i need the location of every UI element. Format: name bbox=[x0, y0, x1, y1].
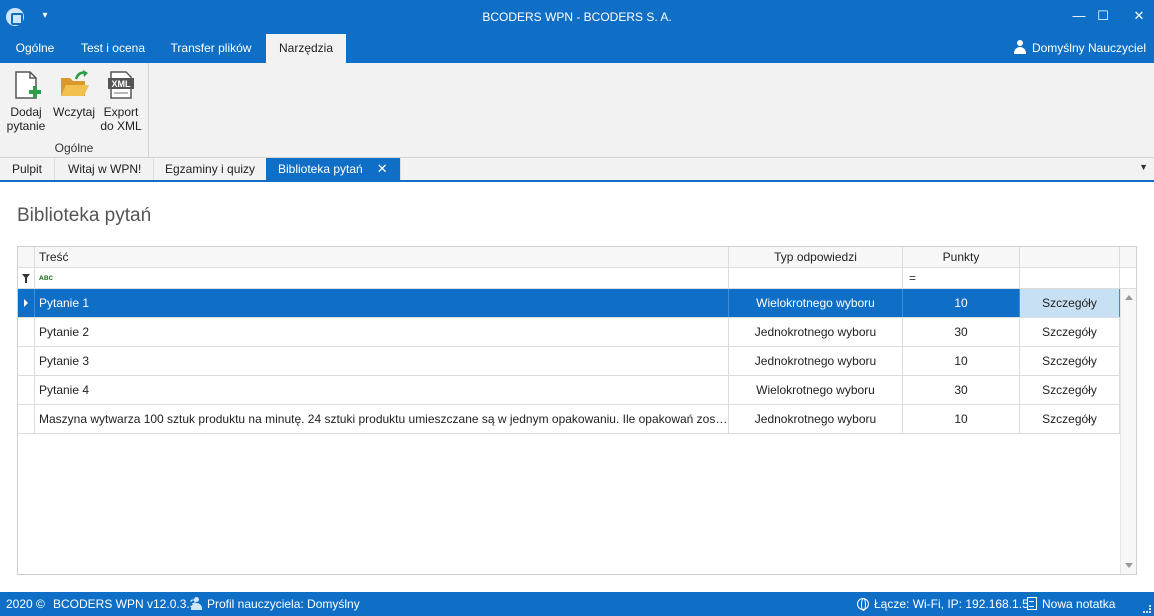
tabs-dropdown-icon[interactable]: ▼ bbox=[1139, 162, 1148, 172]
ribbon-group-separator bbox=[148, 63, 149, 157]
cell-punkty[interactable]: 30 bbox=[903, 376, 1020, 404]
window-title: BCODERS WPN - BCODERS S. A. bbox=[482, 10, 672, 24]
add-question-label-2: pytanie bbox=[6, 119, 46, 133]
ribbon-group-label: Ogólne bbox=[54, 141, 94, 155]
doc-tab-biblioteka-label: Biblioteka pytań bbox=[278, 162, 363, 176]
filter-row-indicator bbox=[18, 268, 35, 289]
cell-tresc[interactable]: Pytanie 1 bbox=[35, 289, 729, 317]
close-button[interactable]: ✕ bbox=[1124, 5, 1154, 27]
cell-punkty[interactable]: 10 bbox=[903, 347, 1020, 375]
details-button[interactable]: Szczegóły bbox=[1020, 376, 1120, 404]
table-row[interactable]: Pytanie 1 Wielokrotnego wyboru 10 Szczeg… bbox=[18, 289, 1120, 318]
load-label: Wczytaj bbox=[53, 105, 95, 119]
xml-file-icon: XML bbox=[105, 69, 137, 101]
header-indicator bbox=[18, 247, 35, 268]
profile-icon bbox=[191, 597, 202, 610]
export-xml-label-1: Export bbox=[103, 105, 139, 119]
status-connection-label: Łącze: Wi-Fi, IP: 192.168.1.5 bbox=[874, 597, 1029, 611]
equals-filter-icon: = bbox=[909, 271, 917, 285]
table-row[interactable]: Pytanie 4 Wielokrotnego wyboru 30 Szczeg… bbox=[18, 376, 1120, 405]
details-button[interactable]: Szczegóły bbox=[1020, 405, 1120, 433]
add-question-label-1: Dodaj bbox=[10, 105, 42, 119]
add-question-button[interactable]: Dodaj pytanie bbox=[4, 69, 48, 133]
doc-tab-egzaminy[interactable]: Egzaminy i quizy bbox=[153, 158, 269, 180]
export-xml-button[interactable]: XML Export do XML bbox=[98, 69, 144, 133]
row-indicator bbox=[18, 347, 35, 375]
questions-grid: Treść Typ odpowiedzi Punkty ᴀʙc = Pytani… bbox=[17, 246, 1137, 575]
title-bar: ▾ BCODERS WPN - BCODERS S. A. — ☐ ✕ bbox=[0, 0, 1154, 34]
scroll-down-icon[interactable] bbox=[1125, 563, 1133, 568]
open-folder-icon bbox=[58, 69, 90, 101]
new-note-button[interactable]: Nowa notatka bbox=[1027, 592, 1115, 616]
table-row[interactable]: Pytanie 3 Jednokrotnego wyboru 10 Szczeg… bbox=[18, 347, 1120, 376]
scroll-up-icon[interactable] bbox=[1125, 295, 1133, 300]
table-row[interactable]: Pytanie 2 Jednokrotnego wyboru 30 Szczeg… bbox=[18, 318, 1120, 347]
details-button[interactable]: Szczegóły bbox=[1020, 347, 1120, 375]
page-title: Biblioteka pytań bbox=[17, 205, 152, 226]
ribbon-body: Dodaj pytanie Wczytaj XML Export do XML … bbox=[0, 63, 1154, 158]
ribbon-tab-ogolne[interactable]: Ogólne bbox=[0, 34, 70, 63]
ribbon-tab-transfer-plikow[interactable]: Transfer plików bbox=[156, 34, 266, 63]
close-tab-icon[interactable]: ✕ bbox=[377, 161, 388, 176]
column-header-punkty[interactable]: Punkty bbox=[903, 247, 1020, 268]
filter-row: ᴀʙc = bbox=[18, 268, 1136, 289]
status-profile-label: Profil nauczyciela: Domyślny bbox=[207, 597, 360, 611]
doc-tab-pulpit[interactable]: Pulpit bbox=[0, 158, 56, 180]
status-connection: Łącze: Wi-Fi, IP: 192.168.1.5 bbox=[857, 592, 1029, 616]
add-document-icon bbox=[10, 69, 42, 101]
cell-punkty[interactable]: 10 bbox=[903, 405, 1020, 433]
cell-tresc[interactable]: Maszyna wytwarza 100 sztuk produktu na m… bbox=[35, 405, 729, 433]
globe-icon bbox=[857, 598, 869, 611]
maximize-button[interactable]: ☐ bbox=[1088, 5, 1118, 27]
table-row[interactable]: Maszyna wytwarza 100 sztuk produktu na m… bbox=[18, 405, 1120, 434]
new-note-label: Nowa notatka bbox=[1042, 597, 1116, 611]
doc-tab-biblioteka[interactable]: Biblioteka pytań ✕ bbox=[266, 158, 401, 180]
status-profile[interactable]: Profil nauczyciela: Domyślny bbox=[191, 592, 360, 616]
user-icon bbox=[1013, 40, 1026, 54]
ribbon-tabs: Ogólne Test i ocena Transfer plików Narz… bbox=[0, 34, 1154, 63]
cell-typ[interactable]: Jednokrotnego wyboru bbox=[729, 405, 903, 433]
cell-typ[interactable]: Wielokrotnego wyboru bbox=[729, 289, 903, 317]
row-indicator bbox=[18, 289, 35, 317]
status-version: BCODERS WPN v12.0.3.3 bbox=[53, 597, 197, 611]
filter-icon bbox=[22, 274, 30, 283]
filter-details-cell bbox=[1020, 268, 1120, 289]
cell-punkty[interactable]: 30 bbox=[903, 318, 1020, 346]
export-xml-label-2: do XML bbox=[100, 119, 142, 133]
filter-typ-input[interactable] bbox=[729, 268, 903, 289]
note-icon bbox=[1027, 597, 1037, 610]
ribbon-tab-narzedzia[interactable]: Narzędzia bbox=[266, 34, 346, 63]
xml-icon-text: XML bbox=[112, 79, 132, 89]
cell-typ[interactable]: Jednokrotnego wyboru bbox=[729, 318, 903, 346]
cell-tresc[interactable]: Pytanie 4 bbox=[35, 376, 729, 404]
cell-typ[interactable]: Jednokrotnego wyboru bbox=[729, 347, 903, 375]
filter-punkty-input[interactable]: = bbox=[903, 268, 1020, 289]
current-row-arrow-icon bbox=[24, 299, 28, 307]
column-header-tresc[interactable]: Treść bbox=[35, 247, 729, 268]
status-bar: 2020 © BCODERS WPN v12.0.3.3 Profil nauc… bbox=[0, 592, 1154, 616]
user-menu[interactable]: Domyślny Nauczyciel bbox=[1013, 34, 1146, 63]
details-button[interactable]: Szczegóły bbox=[1020, 289, 1120, 317]
cell-tresc[interactable]: Pytanie 3 bbox=[35, 347, 729, 375]
column-header-details bbox=[1020, 247, 1120, 268]
cell-typ[interactable]: Wielokrotnego wyboru bbox=[729, 376, 903, 404]
document-tabs: Pulpit Witaj w WPN! Egzaminy i quizy Bib… bbox=[0, 158, 1154, 182]
doc-tab-witaj[interactable]: Witaj w WPN! bbox=[56, 158, 155, 180]
status-copyright: 2020 © bbox=[6, 597, 45, 611]
ribbon-tab-test-i-ocena[interactable]: Test i ocena bbox=[70, 34, 156, 63]
user-name: Domyślny Nauczyciel bbox=[1031, 41, 1146, 55]
resize-grip-icon[interactable] bbox=[1143, 605, 1151, 613]
row-indicator bbox=[18, 318, 35, 346]
column-header-typ[interactable]: Typ odpowiedzi bbox=[729, 247, 903, 268]
cell-punkty[interactable]: 10 bbox=[903, 289, 1020, 317]
vertical-scrollbar[interactable] bbox=[1120, 289, 1136, 574]
row-indicator bbox=[18, 376, 35, 404]
filter-tresc-input[interactable]: ᴀʙc bbox=[35, 268, 729, 289]
text-filter-icon: ᴀʙc bbox=[39, 273, 54, 282]
grid-header: Treść Typ odpowiedzi Punkty bbox=[18, 247, 1136, 268]
cell-tresc[interactable]: Pytanie 2 bbox=[35, 318, 729, 346]
load-button[interactable]: Wczytaj bbox=[52, 69, 96, 119]
row-indicator bbox=[18, 405, 35, 433]
details-button[interactable]: Szczegóły bbox=[1020, 318, 1120, 346]
